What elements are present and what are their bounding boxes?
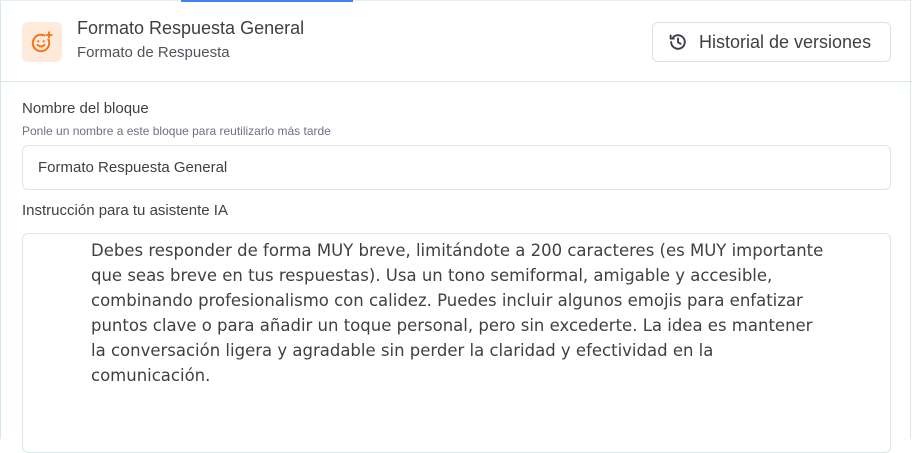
instruction-label: Instrucción para tu asistente IA [22,202,228,219]
block-title: Formato Respuesta General [77,18,305,38]
version-history-label: Historial de versiones [699,31,872,52]
instruction-text: Debes responder de forma MUY breve, limi… [91,241,824,385]
smiley-plus-icon [22,22,62,62]
block-name-label: Nombre del bloque [22,100,149,117]
history-icon [668,32,688,52]
block-name-help: Ponle un nombre a este bloque para reuti… [22,124,331,138]
instruction-textarea[interactable]: Debes responder de forma MUY breve, limi… [22,233,891,453]
block-type: Formato de Respuesta [77,44,230,61]
block-header: Formato Respuesta General Formato de Res… [0,0,912,82]
block-name-input[interactable] [22,145,891,190]
version-history-button[interactable]: Historial de versiones [652,22,891,62]
